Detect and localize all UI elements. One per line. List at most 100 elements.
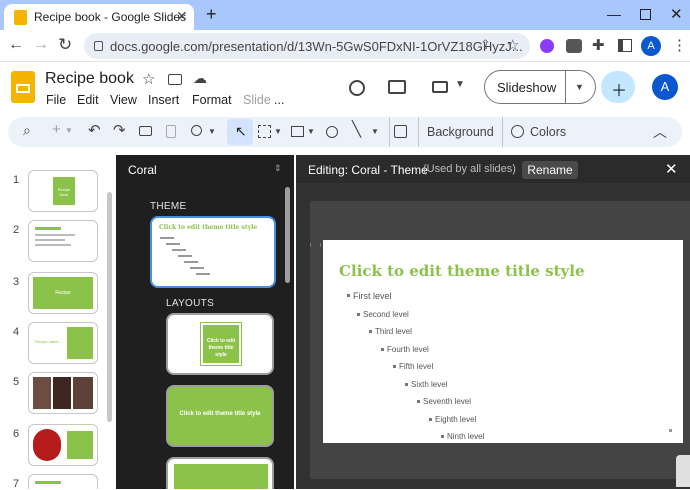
comments-icon[interactable]	[388, 80, 406, 94]
add-comment-icon[interactable]	[394, 125, 407, 138]
slide-thumbnail-1[interactable]: Recipe book	[28, 170, 98, 212]
reload-icon[interactable]: ↻	[58, 35, 72, 55]
slide-thumbnail-4[interactable]: Recipe name	[28, 322, 98, 364]
slideshow-options-button[interactable]: ▼	[566, 70, 596, 104]
browser-menu-icon[interactable]: ⋮	[672, 36, 687, 54]
new-slide-dropdown-icon[interactable]: ▼	[65, 126, 73, 135]
zoom-icon[interactable]	[191, 125, 202, 136]
toolbar: ⌕ + ▼ ↶ ↷ ▼ ↖ ▼ ▼ ╲ ▼ Background Colors …	[8, 117, 682, 147]
slide-thumbnail-7[interactable]	[28, 474, 98, 489]
star-icon[interactable]: ☆	[142, 70, 155, 88]
menu-format[interactable]: Format	[192, 93, 232, 107]
insert-image-icon[interactable]	[291, 126, 304, 137]
slide-thumbnail-3[interactable]: Recipe	[28, 272, 98, 314]
image-dropdown-icon[interactable]: ▼	[307, 127, 315, 136]
slide-thumbnail-5[interactable]	[28, 372, 98, 414]
frame-dropdown-icon[interactable]: ▼	[274, 127, 282, 136]
cloud-status-icon[interactable]: ☁	[193, 70, 207, 87]
filmstrip: 1 Recipe book 2 3 Recipe 4 Recipe name 5…	[0, 152, 116, 490]
theme-panel-scrollbar[interactable]	[285, 187, 290, 283]
share-page-icon[interactable]: ⇪	[480, 37, 491, 53]
site-info-icon[interactable]	[94, 41, 103, 51]
palette-icon[interactable]	[511, 125, 524, 138]
meet-video-icon[interactable]	[432, 81, 448, 93]
slide-number-placeholder[interactable]	[669, 429, 672, 432]
body-level-3[interactable]: Third level	[369, 327, 412, 336]
profile-avatar[interactable]: A	[641, 36, 661, 56]
maximize-icon[interactable]	[640, 9, 651, 20]
document-title[interactable]: Recipe book	[45, 70, 134, 88]
new-tab-icon[interactable]: +	[206, 4, 217, 25]
account-avatar[interactable]: A	[652, 74, 678, 100]
theme-name[interactable]: Coral	[128, 163, 157, 177]
layout-thumbnail-partial[interactable]	[166, 457, 274, 489]
theme-select-icon[interactable]: ⇕	[274, 163, 282, 174]
minimize-icon[interactable]: —	[607, 6, 621, 22]
line-dropdown-icon[interactable]: ▼	[371, 127, 379, 136]
layout-section-text: Click to edit theme title style	[179, 411, 261, 417]
background-button[interactable]: Background	[427, 125, 494, 139]
body-level-6[interactable]: Sixth level	[404, 380, 447, 389]
menu-slide[interactable]: Slide	[243, 93, 271, 107]
layout-thumbnail-title[interactable]: Click to edit theme title style	[166, 313, 274, 375]
print-icon[interactable]	[139, 126, 152, 136]
forward-icon[interactable]: →	[33, 36, 49, 54]
close-tab-icon[interactable]: ✕	[176, 8, 188, 25]
slide-title-placeholder[interactable]: Click to edit theme title style	[339, 262, 585, 280]
meet-dropdown-icon[interactable]: ▼	[455, 79, 465, 90]
body-level-1[interactable]: First level	[347, 291, 392, 301]
slide-number: 6	[13, 428, 20, 440]
slide-canvas[interactable]: Click to edit theme title style First le…	[323, 240, 683, 443]
food-image	[53, 377, 71, 409]
redo-icon[interactable]: ↷	[113, 121, 126, 139]
menu-insert[interactable]: Insert	[148, 93, 179, 107]
history-icon[interactable]	[349, 80, 365, 96]
body-level-5[interactable]: Fifth level	[392, 362, 433, 371]
body-level-4[interactable]: Fourth level	[381, 345, 429, 354]
select-frame-icon[interactable]	[258, 125, 271, 138]
collapse-toolbar-icon[interactable]: ︿	[653, 122, 667, 142]
share-button[interactable]: ＋	[601, 71, 635, 103]
layout-thumbnail-section[interactable]: Click to edit theme title style	[166, 385, 274, 447]
move-folder-icon[interactable]	[168, 74, 182, 85]
search-menus-icon[interactable]: ⌕	[23, 122, 31, 139]
close-window-icon[interactable]: ✕	[670, 5, 683, 23]
rename-button[interactable]: Rename	[522, 161, 578, 179]
body-level-7[interactable]: Seventh level	[416, 397, 471, 406]
side-panel-icon[interactable]	[618, 39, 632, 52]
menu-edit[interactable]: Edit	[77, 93, 99, 107]
undo-icon[interactable]: ↶	[88, 121, 101, 139]
browser-tab[interactable]: Recipe book - Google Slides ✕	[4, 4, 194, 30]
omnibox[interactable]: docs.google.com/presentation/d/13Wn-5GwS…	[84, 33, 530, 59]
url-text: docs.google.com/presentation/d/13Wn-5GwS…	[110, 39, 523, 54]
filmstrip-scrollbar[interactable]	[107, 192, 112, 422]
back-icon[interactable]: ←	[8, 36, 24, 54]
bookmark-star-icon[interactable]: ☆	[506, 36, 519, 54]
extension-gray-icon[interactable]	[566, 39, 582, 53]
slideshow-button[interactable]: Slideshow	[484, 70, 566, 104]
slides-logo-icon[interactable]	[11, 71, 35, 103]
colors-button[interactable]: Colors	[530, 125, 566, 139]
menu-more[interactable]: ...	[274, 93, 284, 107]
toolbar-divider	[502, 117, 503, 147]
slide-thumbnail-6[interactable]	[28, 424, 98, 466]
tab-title: Recipe book - Google Slides	[34, 10, 187, 24]
line-icon[interactable]: ╲	[352, 120, 361, 138]
body-level-9[interactable]: Ninth level	[440, 432, 484, 441]
body-level-2[interactable]: Second level	[357, 310, 409, 319]
new-slide-icon[interactable]: +	[52, 121, 61, 138]
extensions-puzzle-icon[interactable]: ✚	[592, 36, 605, 54]
zoom-dropdown-icon[interactable]: ▼	[208, 127, 216, 136]
close-icon[interactable]: ✕	[665, 160, 678, 178]
slide-thumbnail-2[interactable]	[28, 220, 98, 262]
menu-view[interactable]: View	[110, 93, 137, 107]
body-level-8[interactable]: Eighth level	[428, 415, 476, 424]
shape-icon[interactable]	[326, 126, 338, 138]
select-tool-button[interactable]: ↖	[227, 119, 253, 145]
menu-file[interactable]: File	[46, 93, 66, 107]
extension-purple-icon[interactable]	[540, 39, 554, 53]
theme-master-thumbnail[interactable]: Click to edit theme title style	[150, 216, 276, 288]
paint-format-icon[interactable]	[166, 125, 176, 138]
chevron-down-icon: ▼	[575, 82, 584, 92]
side-panel-toggle[interactable]	[676, 455, 690, 487]
